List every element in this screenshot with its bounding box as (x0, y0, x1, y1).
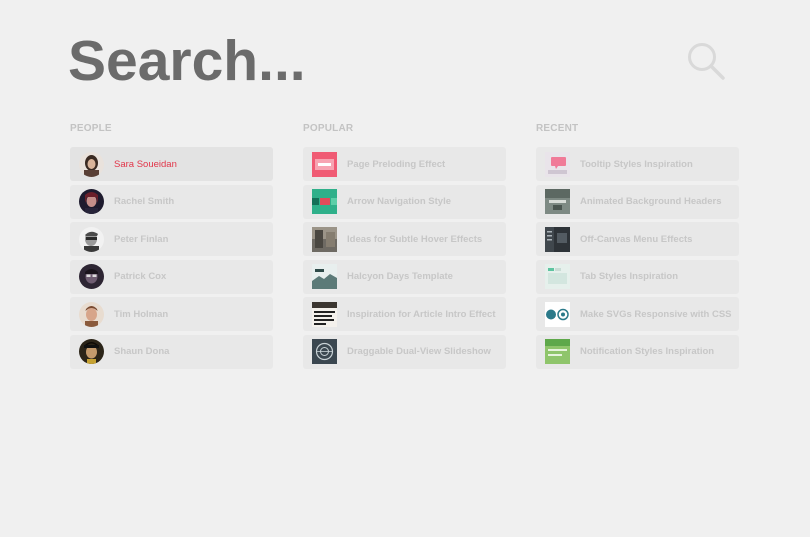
list-item-article[interactable]: Tab Styles Inspiration (536, 259, 739, 294)
popular-list: Page Preloding Effect Arrow Navigation S… (303, 147, 506, 369)
person-name: Patrick Cox (114, 271, 167, 282)
avatar (79, 339, 104, 364)
list-item-article[interactable]: Off-Canvas Menu Effects (536, 222, 739, 256)
list-item-article[interactable]: Arrow Navigation Style (303, 184, 506, 219)
list-item-article[interactable]: Inspiration for Article Intro Effect (303, 297, 506, 331)
list-item-article[interactable]: Ideas for Subtle Hover Effects (303, 222, 506, 256)
article-thumbnail (545, 189, 570, 214)
article-title: Halcyon Days Template (347, 271, 453, 282)
recent-column: RECENT Tooltip Styles Inspiration Animat… (536, 123, 739, 372)
list-item-article[interactable]: Notification Styles Inspiration (536, 334, 739, 369)
list-item-person[interactable]: Rachel Smith (70, 184, 273, 219)
search-icon (685, 40, 727, 82)
article-title: Draggable Dual-View Slideshow (347, 346, 491, 357)
article-title: Tooltip Styles Inspiration (580, 158, 693, 170)
article-thumbnail (312, 151, 337, 177)
article-thumbnail (545, 264, 570, 289)
article-thumbnail (312, 339, 337, 364)
search-overlay: PEOPLE Sara Soueidan (0, 0, 810, 537)
person-name: Sara Soueidan (114, 158, 177, 170)
avatar (79, 264, 104, 289)
list-item-article[interactable]: Make SVGs Responsive with CSS (536, 297, 739, 331)
avatar (79, 226, 104, 252)
list-item-article[interactable]: Tooltip Styles Inspiration (536, 147, 739, 181)
results-columns: PEOPLE Sara Soueidan Rachel Smith Peter … (70, 123, 739, 372)
article-title: Page Preloding Effect (347, 158, 446, 170)
search-button[interactable] (685, 40, 727, 82)
popular-column: POPULAR Page Preloding Effect Arrow Navi… (303, 123, 506, 372)
search-input[interactable] (68, 24, 668, 98)
article-title: Animated Background Headers (580, 196, 722, 207)
list-item-article[interactable]: Page Preloding Effect (303, 147, 506, 181)
list-item-person[interactable]: Peter Finlan (70, 222, 273, 256)
list-item-person[interactable]: Patrick Cox (70, 259, 273, 294)
article-title: Tab Styles Inspiration (580, 271, 679, 282)
person-name: Tim Holman (114, 308, 169, 320)
recent-list: Tooltip Styles Inspiration Animated Back… (536, 147, 739, 369)
people-column: PEOPLE Sara Soueidan Rachel Smith Peter … (70, 123, 273, 372)
list-item-article[interactable]: Halcyon Days Template (303, 259, 506, 294)
list-item-person[interactable]: Sara Soueidan (70, 147, 273, 181)
list-item-article[interactable]: Animated Background Headers (536, 184, 739, 219)
list-item-person[interactable]: Shaun Dona (70, 334, 273, 369)
article-thumbnail (545, 339, 570, 364)
recent-column-title: RECENT (536, 123, 579, 134)
article-title: Ideas for Subtle Hover Effects (347, 233, 483, 245)
people-list: Sara Soueidan Rachel Smith Peter Finlan … (70, 147, 273, 369)
article-thumbnail (545, 226, 570, 252)
article-thumbnail (545, 301, 570, 327)
article-thumbnail (312, 301, 337, 327)
article-thumbnail (312, 226, 337, 252)
article-thumbnail (312, 264, 337, 289)
list-item-person[interactable]: Tim Holman (70, 297, 273, 331)
avatar (79, 301, 104, 327)
avatar (79, 151, 104, 177)
popular-column-title: POPULAR (303, 123, 354, 134)
article-title: Make SVGs Responsive with CSS (580, 308, 732, 320)
person-name: Rachel Smith (114, 196, 175, 207)
people-column-title: PEOPLE (70, 123, 112, 134)
article-thumbnail (312, 189, 337, 214)
article-title: Notification Styles Inspiration (580, 346, 715, 357)
article-title: Inspiration for Article Intro Effect (347, 308, 496, 320)
article-title: Off-Canvas Menu Effects (580, 233, 693, 245)
avatar (79, 189, 104, 214)
list-item-article[interactable]: Draggable Dual-View Slideshow (303, 334, 506, 369)
article-thumbnail (545, 151, 570, 177)
person-name: Peter Finlan (114, 233, 169, 245)
person-name: Shaun Dona (114, 346, 170, 357)
article-title: Arrow Navigation Style (347, 196, 451, 207)
